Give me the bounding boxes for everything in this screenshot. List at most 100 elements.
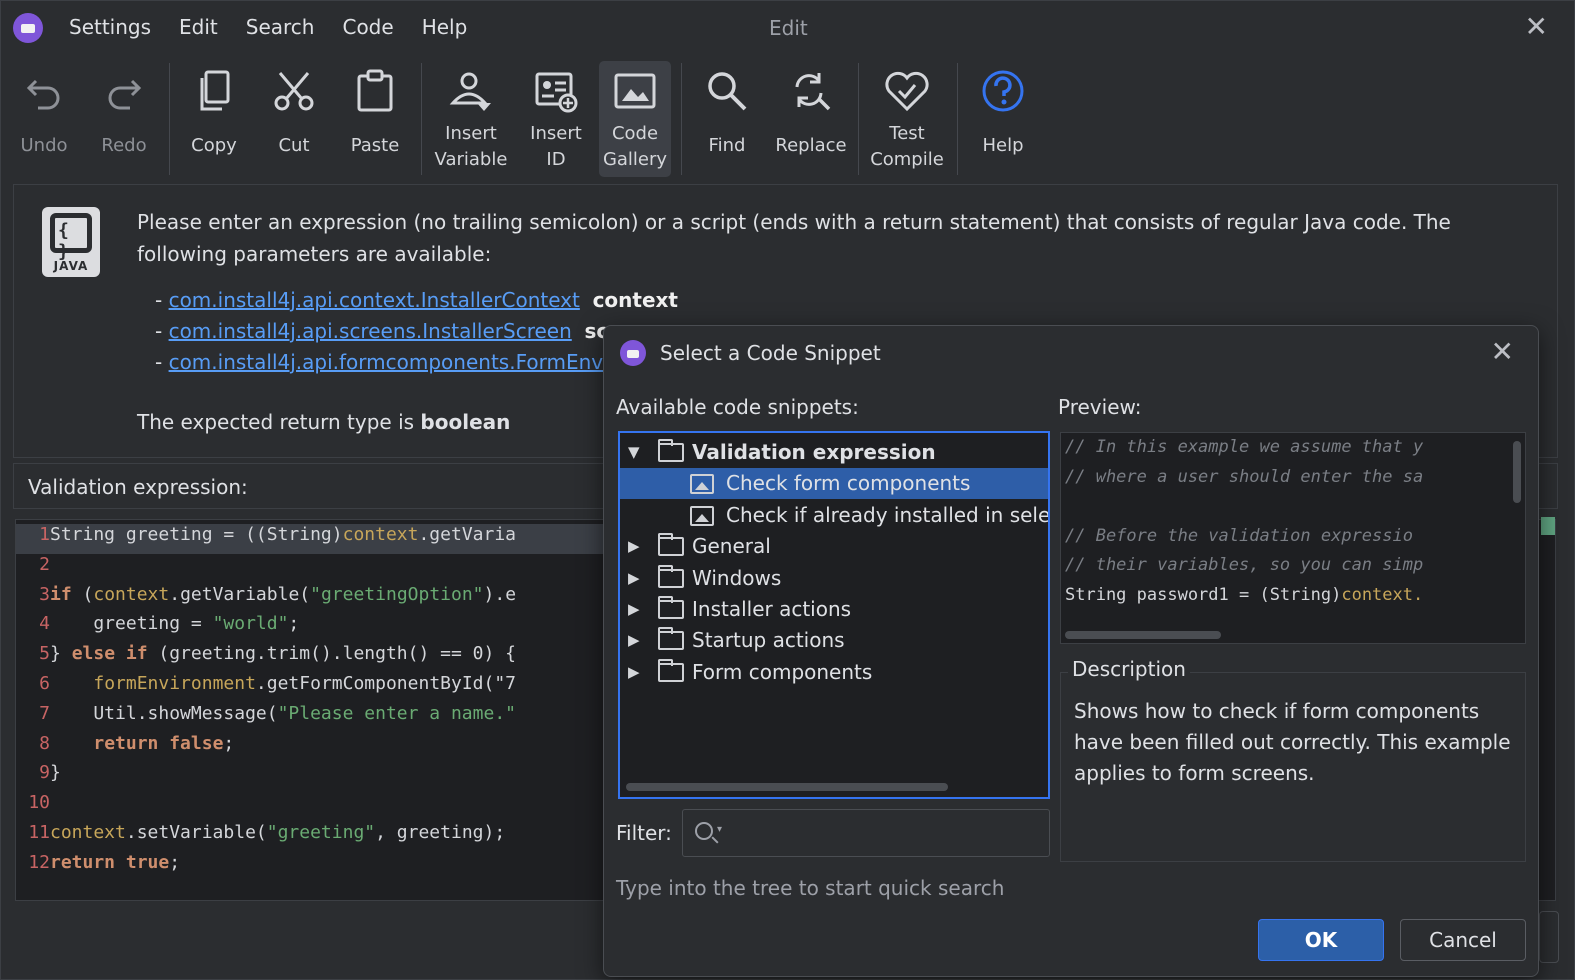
insert-id-label: Insert ID — [530, 123, 582, 170]
snippet-preview[interactable]: // In this example we assume that y // wh… — [1060, 432, 1526, 644]
code-line[interactable]: 6 formEnvironment.getFormComponentById("… — [16, 673, 606, 703]
expand-down-icon[interactable]: ▼ — [628, 437, 646, 468]
parameter-type-link[interactable]: com.install4j.api.formcomponents.FormEnv… — [169, 350, 629, 374]
folder-icon — [658, 564, 684, 588]
help-button[interactable]: Help — [967, 61, 1039, 177]
menu-code[interactable]: Code — [342, 15, 393, 39]
tree-item-check-form-components[interactable]: Check form components — [620, 468, 1048, 500]
insert-variable-label: Insert Variable — [434, 123, 508, 170]
code-line[interactable]: 11context.setVariable("greeting", greeti… — [16, 822, 606, 852]
available-snippets-label: Available code snippets: — [616, 395, 859, 419]
tree-item-general[interactable]: ▶ General — [620, 531, 1048, 562]
tree-item-windows[interactable]: ▶ Windows — [620, 563, 1048, 594]
return-type-line: The expected return type is boolean — [137, 410, 510, 434]
code-line[interactable]: 1String greeting = ((String)context.getV… — [16, 524, 606, 554]
code-token: "world" — [212, 613, 289, 635]
ok-button[interactable]: OK — [1258, 919, 1384, 961]
preview-horizontal-scrollbar[interactable] — [1065, 631, 1221, 639]
tree-item-label: Installer actions — [692, 597, 852, 621]
code-token: ).e — [483, 583, 517, 605]
expand-right-icon[interactable]: ▶ — [628, 594, 646, 625]
window-bottom-button[interactable] — [1539, 911, 1559, 963]
cancel-button[interactable]: Cancel — [1400, 919, 1526, 961]
code-token: return true — [50, 851, 170, 873]
description-text: Shows how to check if form components ha… — [1074, 699, 1511, 785]
filter-label: Filter: — [616, 821, 672, 845]
parameter-item: - com.install4j.api.formcomponents.FormE… — [155, 350, 629, 374]
code-line[interactable]: 8 return false; — [16, 733, 606, 763]
tree-item-label: Startup actions — [692, 628, 845, 653]
filter-field[interactable]: ▾ — [682, 809, 1050, 857]
code-token: , greeting); — [375, 822, 506, 843]
parameter-list: - com.install4j.api.context.InstallerCon… — [155, 285, 678, 378]
cut-label: Cut — [278, 135, 310, 156]
preview-vertical-scrollbar[interactable] — [1513, 441, 1521, 503]
test-compile-button[interactable]: Test Compile — [867, 61, 947, 177]
undo-button[interactable]: Undo — [7, 61, 81, 177]
quick-search-hint: Type into the tree to start quick search — [616, 876, 1005, 900]
menu-settings[interactable]: Settings — [69, 15, 151, 39]
line-number: 5 — [39, 643, 50, 665]
code-line[interactable]: 12return true; — [16, 852, 606, 882]
expand-right-icon[interactable]: ▶ — [628, 625, 646, 656]
expand-right-icon[interactable]: ▶ — [628, 531, 646, 562]
code-token: "greeting" — [266, 822, 376, 843]
search-icon[interactable] — [695, 822, 713, 840]
parameter-name: context — [592, 288, 678, 312]
code-line[interactable]: 2 — [16, 554, 606, 584]
code-token: .getVariable( — [169, 583, 311, 605]
line-number: 2 — [39, 553, 50, 575]
line-number: 6 — [39, 673, 50, 694]
insert-variable-button[interactable]: Insert Variable — [429, 61, 513, 177]
preview-line: // In this example we assume that y — [1065, 437, 1424, 457]
code-line[interactable]: 9} — [16, 762, 606, 792]
filter-input[interactable] — [733, 818, 1033, 848]
chevron-down-icon[interactable]: ▾ — [717, 824, 722, 835]
tree-item-check-if-already-installed-in-select[interactable]: Check if already installed in select — [620, 500, 1048, 531]
preview-label: Preview: — [1058, 395, 1142, 419]
copy-button[interactable]: Copy — [177, 61, 251, 177]
find-button[interactable]: Find — [691, 61, 763, 177]
menu-help[interactable]: Help — [422, 15, 468, 39]
line-number: 10 — [28, 792, 50, 814]
line-number: 11 — [28, 822, 50, 843]
window-close-icon[interactable]: ✕ — [1525, 13, 1548, 41]
code-line[interactable]: 5} else if (greeting.trim().length() == … — [16, 643, 606, 673]
tree-item-validation-expression[interactable]: ▼ Validation expression — [620, 437, 1048, 468]
snippet-tree[interactable]: ▼ Validation expression Check form compone… — [618, 431, 1050, 799]
parameter-type-link[interactable]: com.install4j.api.screens.InstallerScree… — [169, 319, 572, 343]
code-gallery-label: Code Gallery — [602, 123, 668, 170]
redo-button[interactable]: Redo — [87, 61, 161, 177]
tree-item-form-components[interactable]: ▶ Form components — [620, 657, 1048, 688]
folder-icon — [658, 627, 684, 651]
menu-edit[interactable]: Edit — [179, 15, 218, 39]
paste-label: Paste — [350, 135, 400, 156]
code-token: } — [50, 643, 72, 665]
snippet-icon — [690, 474, 714, 495]
insert-id-button[interactable]: Insert ID — [519, 61, 593, 177]
code-line[interactable]: 7 Util.showMessage("Please enter a name.… — [16, 703, 606, 733]
expand-right-icon[interactable]: ▶ — [628, 563, 646, 594]
parameter-type-link[interactable]: com.install4j.api.context.InstallerConte… — [169, 288, 580, 312]
menu-search[interactable]: Search — [246, 15, 315, 39]
code-gallery-button[interactable]: Code Gallery — [599, 61, 671, 177]
test-compile-label: Test Compile — [870, 123, 944, 170]
code-token: "Please enter a name." — [277, 702, 516, 724]
tree-horizontal-scrollbar[interactable] — [626, 783, 948, 791]
code-line[interactable]: 3if (context.getVariable("greetingOption… — [16, 584, 606, 614]
cut-button[interactable]: Cut — [257, 61, 331, 177]
code-token: Util.showMessage( — [50, 702, 278, 724]
tree-item-startup-actions[interactable]: ▶ Startup actions — [620, 625, 1048, 656]
toolbar-separator — [421, 63, 422, 175]
code-token: "greetingOption" — [310, 583, 484, 605]
tree-item-installer-actions[interactable]: ▶ Installer actions — [620, 594, 1048, 625]
select-code-snippet-dialog: Select a Code Snippet ✕ Available code s… — [603, 325, 1539, 977]
paste-button[interactable]: Paste — [338, 61, 412, 177]
code-line[interactable]: 10 — [16, 792, 606, 822]
replace-button[interactable]: Replace — [771, 61, 851, 177]
line-number: 8 — [39, 732, 50, 754]
dialog-close-icon[interactable]: ✕ — [1491, 338, 1514, 366]
code-line[interactable]: 4 greeting = "world"; — [16, 613, 606, 643]
expand-right-icon[interactable]: ▶ — [628, 657, 646, 688]
edit-window: Settings Edit Search Code Help Edit ✕ Un… — [0, 0, 1575, 980]
